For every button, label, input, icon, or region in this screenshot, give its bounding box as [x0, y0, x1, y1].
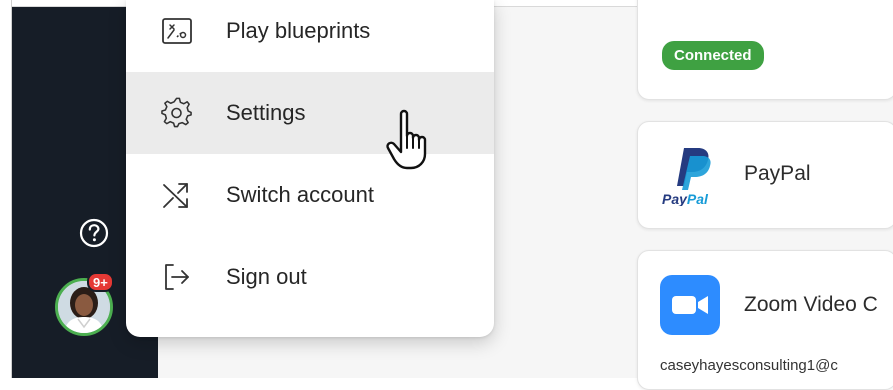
- menu-item-sign-out[interactable]: Sign out: [126, 236, 494, 318]
- menu-item-settings[interactable]: Settings: [126, 72, 494, 154]
- account-dropdown-menu: Play blueprints Settings Switch account: [126, 0, 494, 337]
- integration-card-connected[interactable]: Connected: [637, 0, 893, 100]
- menu-item-label: Sign out: [226, 264, 307, 289]
- account-email: caseyhayesconsulting1@c: [660, 357, 838, 374]
- svg-text:PayPal: PayPal: [662, 191, 709, 206]
- shuffle-icon: [160, 178, 194, 212]
- integration-name: Zoom Video C: [744, 293, 878, 316]
- paypal-logo: PayPal: [662, 148, 711, 206]
- status-badge: Connected: [662, 41, 764, 70]
- menu-item-label: Settings: [226, 100, 306, 125]
- window-left-edge: [0, 0, 12, 378]
- help-button[interactable]: [78, 217, 110, 249]
- menu-item-label: Switch account: [226, 182, 374, 207]
- sign-out-icon: [160, 260, 194, 294]
- menu-item-play-blueprints[interactable]: Play blueprints: [126, 0, 494, 72]
- notification-badge: 9+: [87, 272, 114, 292]
- blueprint-icon: [160, 14, 194, 48]
- user-avatar-button[interactable]: 9+: [55, 272, 115, 338]
- menu-item-label: Play blueprints: [226, 18, 371, 43]
- integration-card-zoom[interactable]: Zoom Video C caseyhayesconsulting1@c: [637, 250, 893, 390]
- menu-item-switch-account[interactable]: Switch account: [126, 154, 494, 236]
- zoom-logo: [660, 275, 720, 335]
- question-circle-icon: [79, 218, 109, 248]
- integration-card-paypal[interactable]: PayPal PayPal: [637, 121, 893, 229]
- gear-icon: [160, 96, 194, 130]
- integration-name: PayPal: [744, 162, 811, 185]
